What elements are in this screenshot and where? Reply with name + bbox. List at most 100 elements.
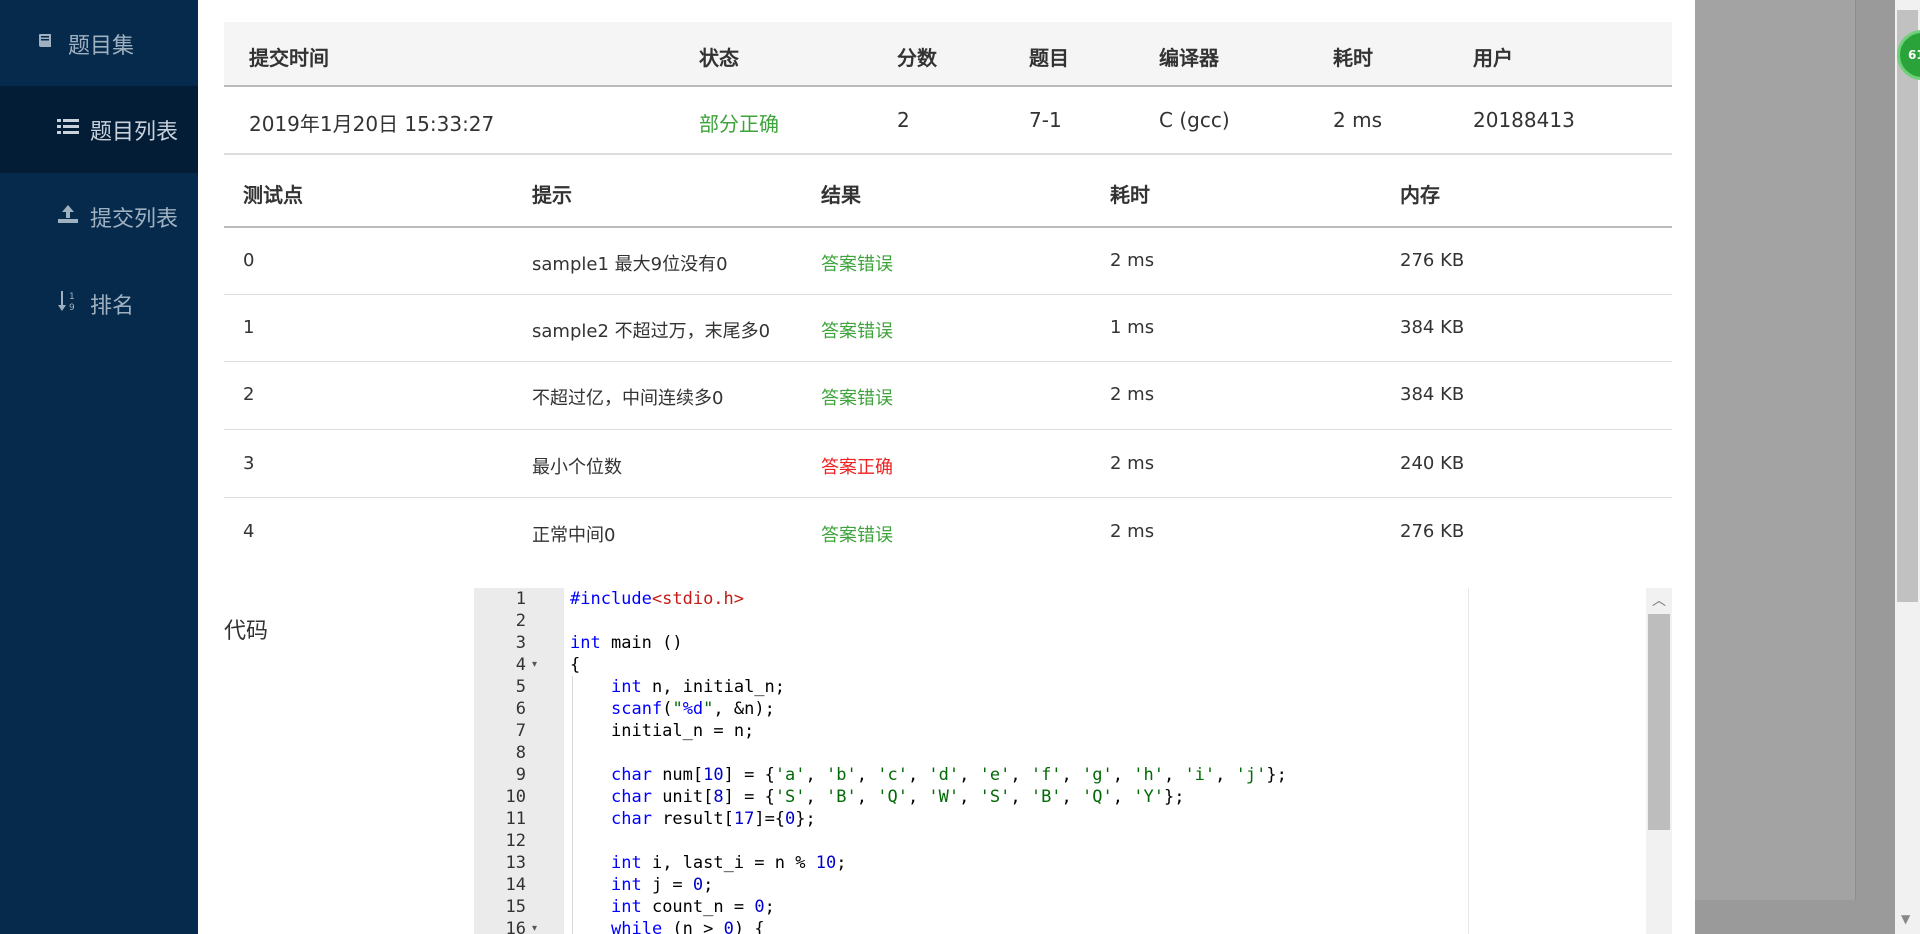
code-editor[interactable]: 1 2 3 4 ▾ 5 6 7 8 9 10 11 12 13 14 15 16… xyxy=(474,588,1672,934)
submission-compiler: C (gcc) xyxy=(1159,108,1230,132)
code-line: int n, initial_n; xyxy=(611,677,786,697)
header-result: 结果 xyxy=(821,183,861,207)
sidebar: 题目集 题目列表 提交列表 19 排名 xyxy=(0,0,198,934)
sidebar-item-label: 提交列表 xyxy=(90,206,179,232)
test-memory: 384 KB xyxy=(1400,384,1465,405)
sidebar-item-problem-list[interactable]: 题目列表 xyxy=(0,86,198,173)
upload-icon xyxy=(56,204,80,230)
submission-row: 2019年1月20日 15:33:27 部分正确 2 7-1 C (gcc) 2… xyxy=(224,87,1672,153)
test-hint: 最小个位数 xyxy=(532,457,622,478)
code-line: int j = 0; xyxy=(611,875,714,895)
header-duration: 耗时 xyxy=(1333,46,1373,70)
header-user: 用户 xyxy=(1473,46,1513,70)
submit-time: 2019年1月20日 15:33:27 xyxy=(249,112,495,136)
code-line: int count_n = 0; xyxy=(611,897,775,917)
sidebar-item-ranking[interactable]: 19 排名 xyxy=(0,260,198,347)
fold-arrow-icon[interactable]: ▾ xyxy=(532,654,537,676)
table-row: 0 sample1 最大9位没有0 答案错误 2 ms 276 KB xyxy=(224,228,1672,294)
line-number: 8 xyxy=(515,743,526,763)
header-time: 耗时 xyxy=(1110,183,1150,207)
test-result: 答案错误 xyxy=(821,388,893,409)
submission-score: 2 xyxy=(897,108,910,132)
test-time: 1 ms xyxy=(1110,317,1155,338)
sort-numeric-icon: 19 xyxy=(56,289,80,319)
code-line: char result[17]={0}; xyxy=(611,809,816,829)
line-number: 16 xyxy=(505,919,526,934)
test-result: 答案错误 xyxy=(821,525,893,546)
test-id: 4 xyxy=(243,521,255,542)
line-number: 15 xyxy=(505,897,526,917)
test-hint: 正常中间0 xyxy=(532,525,616,546)
chevron-up-icon[interactable]: ︿ xyxy=(1652,590,1666,610)
chevron-down-icon[interactable]: ▼ xyxy=(1901,912,1910,926)
test-result: 答案错误 xyxy=(821,321,893,342)
line-number: 11 xyxy=(505,809,526,829)
page-scrollbar-thumb[interactable] xyxy=(1897,10,1918,602)
test-id: 0 xyxy=(243,250,255,271)
submission-user[interactable]: 20188413 xyxy=(1473,108,1575,132)
code-line: { xyxy=(570,655,581,675)
line-number: 10 xyxy=(505,787,526,807)
table-row: 3 最小个位数 答案正确 2 ms 240 KB xyxy=(224,430,1672,497)
table-row: 2 不超过亿，中间连续多0 答案错误 2 ms 384 KB xyxy=(224,362,1672,429)
indent-guide xyxy=(572,676,573,934)
line-number: 9 xyxy=(515,765,526,785)
fold-arrow-icon[interactable]: ▾ xyxy=(532,918,537,934)
line-number: 5 xyxy=(515,677,526,697)
test-time: 2 ms xyxy=(1110,521,1155,542)
svg-text:1: 1 xyxy=(69,292,75,302)
line-number: 7 xyxy=(515,721,526,741)
line-number: 13 xyxy=(505,853,526,873)
sidebar-item-label: 题目集 xyxy=(68,33,135,59)
book-icon xyxy=(34,31,58,57)
code-content[interactable]: #include<stdio.h> int main () { int n, i… xyxy=(564,588,1672,934)
test-time: 2 ms xyxy=(1110,250,1155,271)
submission-status[interactable]: 部分正确 xyxy=(699,108,779,137)
test-id: 3 xyxy=(243,453,255,474)
table-row: 1 sample2 不超过万，末尾多0 答案错误 1 ms 384 KB xyxy=(224,295,1672,361)
code-line: char num[10] = {'a', 'b', 'c', 'd', 'e',… xyxy=(611,765,1287,785)
line-number: 12 xyxy=(505,831,526,851)
test-id: 2 xyxy=(243,384,255,405)
header-memory: 内存 xyxy=(1400,183,1440,207)
test-time: 2 ms xyxy=(1110,453,1155,474)
sidebar-item-label: 题目列表 xyxy=(90,119,179,145)
test-memory: 384 KB xyxy=(1400,317,1465,338)
header-test-point: 测试点 xyxy=(243,183,303,207)
code-line: while (n > 0) { xyxy=(611,919,765,934)
header-submit-time: 提交时间 xyxy=(249,46,329,70)
list-icon xyxy=(56,117,80,142)
background-panel xyxy=(1695,0,1856,900)
test-result: 答案正确 xyxy=(821,457,893,478)
sidebar-item-problem-set[interactable]: 题目集 xyxy=(0,0,198,87)
header-score: 分数 xyxy=(897,46,937,70)
test-memory: 240 KB xyxy=(1400,453,1465,474)
line-number: 4 xyxy=(515,655,526,675)
test-hint: sample2 不超过万，末尾多0 xyxy=(532,321,771,342)
code-line: scanf("%d", &n); xyxy=(611,699,775,719)
submission-header-row: 提交时间 状态 分数 题目 编译器 耗时 用户 xyxy=(224,22,1672,85)
sidebar-item-label: 排名 xyxy=(90,293,135,319)
line-number: 14 xyxy=(505,875,526,895)
code-line: initial_n = n; xyxy=(611,721,755,741)
submission-problem[interactable]: 7-1 xyxy=(1029,108,1062,132)
svg-text:9: 9 xyxy=(69,303,75,313)
test-header-row: 测试点 提示 结果 耗时 内存 xyxy=(224,155,1672,227)
code-line: int main () xyxy=(570,633,683,653)
header-problem: 题目 xyxy=(1029,46,1069,70)
header-compiler: 编译器 xyxy=(1159,46,1219,70)
header-hint: 提示 xyxy=(532,183,572,207)
line-number-gutter: 1 2 3 4 ▾ 5 6 7 8 9 10 11 12 13 14 15 16… xyxy=(474,588,564,934)
sidebar-item-submission-list[interactable]: 提交列表 xyxy=(0,173,198,260)
header-status: 状态 xyxy=(699,46,739,70)
test-hint: sample1 最大9位没有0 xyxy=(532,254,728,275)
line-number: 6 xyxy=(515,699,526,719)
code-label: 代码 xyxy=(224,619,269,644)
test-time: 2 ms xyxy=(1110,384,1155,405)
test-memory: 276 KB xyxy=(1400,521,1465,542)
test-result: 答案错误 xyxy=(821,254,893,275)
line-number: 1 xyxy=(515,589,526,609)
table-row: 4 正常中间0 答案错误 2 ms 276 KB xyxy=(224,498,1672,564)
editor-scrollbar-thumb[interactable] xyxy=(1648,614,1670,830)
test-memory: 276 KB xyxy=(1400,250,1465,271)
